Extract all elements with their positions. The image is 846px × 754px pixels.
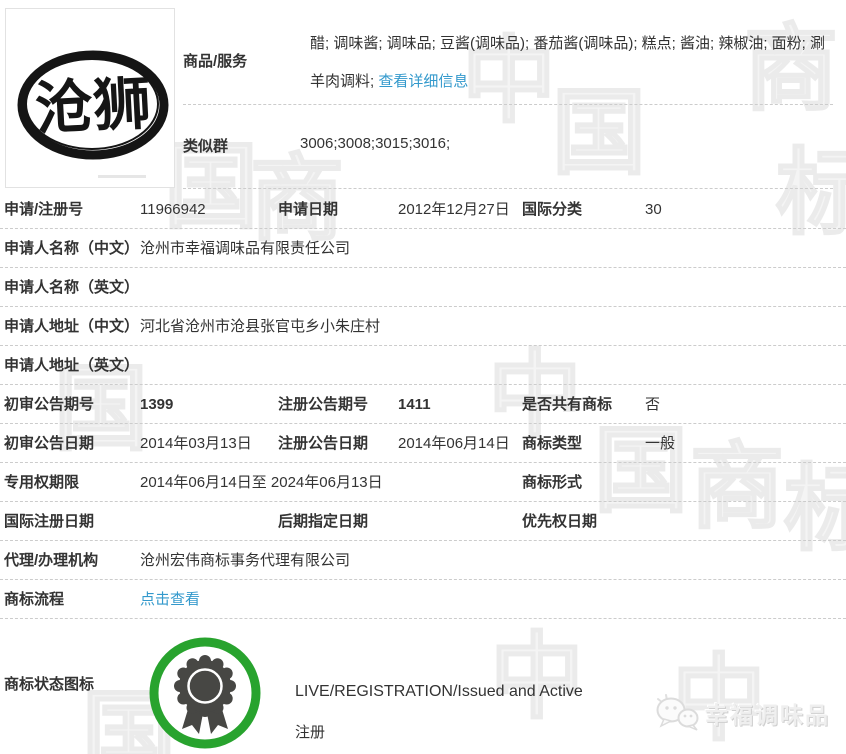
process-view-link[interactable]: 点击查看 (140, 580, 200, 619)
field-label: 申请人地址（英文） (4, 357, 140, 374)
field-value: 11966942 (140, 201, 206, 218)
row-trademark-process: 商标流程 点击查看 (0, 580, 846, 619)
field-value: 2012年12月27日 (398, 201, 510, 218)
status-section: 商标状态图标 LIVE/REGISTRATION/Issued and Acti… (0, 630, 846, 754)
field-label: 申请日期 (278, 201, 339, 218)
row-applicant-name-cn: 申请人名称（中文） 沧州市幸福调味品有限责任公司 (0, 229, 846, 268)
field-value: 否 (645, 396, 661, 413)
goods-services-value: 醋; 调味酱; 调味品; 豆酱(调味品); 番茄酱(调味品); 糕点; 酱油; … (310, 25, 834, 101)
field-value: 2014年06月14日至 2024年06月13日 (140, 474, 383, 491)
field-label: 申请/注册号 (4, 201, 84, 218)
field-label: 是否共有商标 (522, 396, 613, 413)
row-agency: 代理/办理机构 沧州宏伟商标事务代理有限公司 (0, 541, 846, 580)
row-application-number: 申请/注册号 11966942 申请日期 2012年12月27日 国际分类 30 (0, 190, 846, 229)
brand-name: 幸福调味品 (705, 702, 830, 728)
goods-detail-link[interactable]: 查看详细信息 (378, 73, 468, 90)
status-icon-label: 商标状态图标 (4, 676, 95, 693)
top-info-rows: 商品/服务 醋; 调味酱; 调味品; 豆酱(调味品); 番茄酱(调味品); 糕点… (183, 8, 833, 190)
row-gazette-dates: 初审公告日期 2014年03月13日 注册公告日期 2014年06月14日 商标… (0, 424, 846, 463)
field-value: 沧州市幸福调味品有限责任公司 (140, 240, 351, 257)
field-label: 注册公告日期 (278, 435, 369, 452)
row-similar-group: 类似群 3006;3008;3015;3016; (183, 105, 833, 189)
row-applicant-address-cn: 申请人地址（中文） 河北省沧州市沧县张官屯乡小朱庄村 (0, 307, 846, 346)
similar-group-value: 3006;3008;3015;3016; (300, 135, 451, 152)
field-value: 1411 (398, 396, 431, 413)
status-register-text: 注册 (295, 724, 326, 741)
field-label: 初审公告期号 (4, 396, 95, 413)
field-label: 国际注册日期 (4, 513, 95, 530)
field-label: 注册公告期号 (278, 396, 369, 413)
field-label: 国际分类 (522, 201, 583, 218)
row-applicant-name-en: 申请人名称（英文） (0, 268, 846, 307)
field-value: 1399 (140, 396, 174, 413)
field-label: 申请人地址（中文） (4, 318, 140, 335)
field-label: 后期指定日期 (278, 513, 369, 530)
trademark-image: 沧狮 (5, 8, 175, 188)
field-label: 代理/办理机构 (4, 552, 99, 569)
wechat-icon (656, 694, 699, 731)
field-label: 专用权期限 (4, 474, 80, 491)
row-gazette-numbers: 初审公告期号 1399 注册公告期号 1411 是否共有商标 否 (0, 385, 846, 424)
row-international-dates: 国际注册日期 后期指定日期 优先权日期 (0, 502, 846, 541)
similar-group-label: 类似群 (183, 138, 229, 155)
status-text: LIVE/REGISTRATION/Issued and Active (295, 683, 583, 700)
row-exclusive-right-period: 专用权期限 2014年06月14日至 2024年06月13日 商标形式 (0, 463, 846, 502)
field-value: 河北省沧州市沧县张官屯乡小朱庄村 (140, 318, 381, 335)
field-label: 申请人名称（中文） (4, 240, 140, 257)
trademark-logo-icon: 沧狮 (17, 50, 169, 178)
field-label: 商标形式 (522, 474, 583, 491)
field-label: 申请人名称（英文） (4, 279, 140, 296)
row-applicant-address-en: 申请人地址（英文） (0, 346, 846, 385)
svg-text:沧狮: 沧狮 (33, 69, 152, 143)
row-goods-services: 商品/服务 醋; 调味酱; 调味品; 豆酱(调味品); 番茄酱(调味品); 糕点… (183, 8, 833, 105)
trademark-detail-page: 中 国 商 标 国 商 国 中 国 商 标 中 国 中 沧狮 商品/服务 醋; … (0, 0, 846, 754)
field-value: 2014年06月14日 (398, 435, 510, 452)
field-label: 商标类型 (522, 435, 583, 452)
status-badge-icon (149, 637, 261, 749)
field-label: 优先权日期 (522, 513, 598, 530)
brand-watermark: 幸福调味品 (655, 694, 830, 732)
field-value: 30 (645, 201, 662, 218)
field-value: 2014年03月13日 (140, 435, 252, 452)
field-value: 一般 (645, 435, 676, 452)
goods-services-label: 商品/服务 (183, 53, 248, 70)
field-label: 商标流程 (4, 591, 65, 608)
field-value: 沧州宏伟商标事务代理有限公司 (140, 552, 351, 569)
info-table: 申请/注册号 11966942 申请日期 2012年12月27日 国际分类 30… (0, 190, 846, 619)
field-label: 初审公告日期 (4, 435, 95, 452)
